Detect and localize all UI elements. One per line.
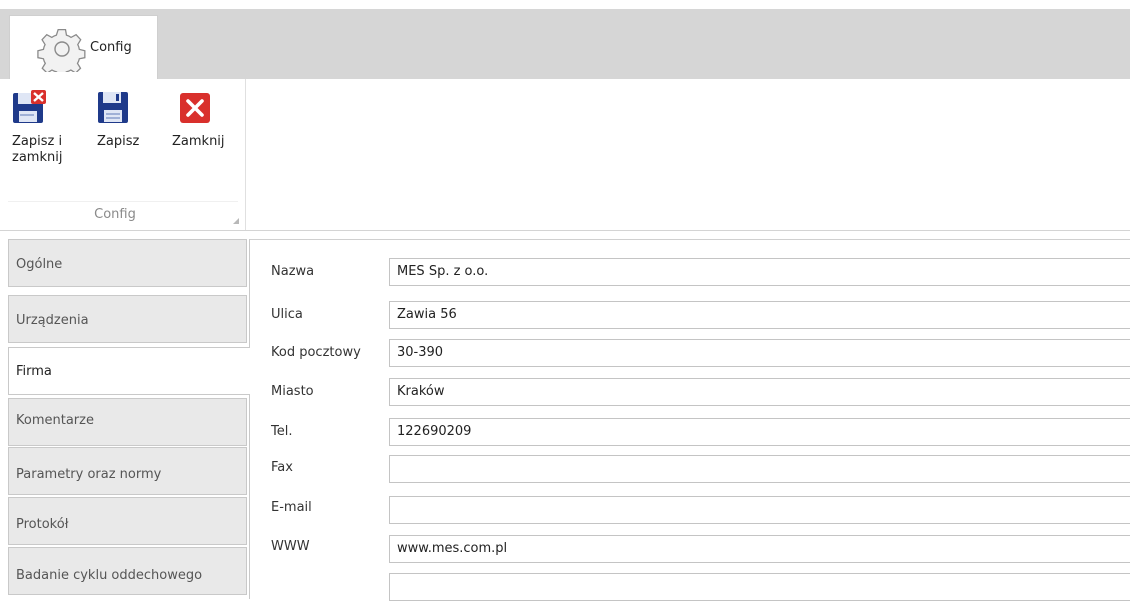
nav-item-protokol[interactable]: Protokół	[8, 497, 247, 545]
nav-item-komentarze[interactable]: Komentarze	[8, 398, 247, 446]
street-field[interactable]: Zawia 56	[389, 301, 1130, 329]
name-field[interactable]: MES Sp. z o.o.	[389, 258, 1130, 286]
nav-item-label: Urządzenia	[16, 313, 89, 328]
nav-item-label: Parametry oraz normy	[16, 467, 162, 482]
postal-code-field[interactable]: 30-390	[389, 339, 1130, 367]
fax-field[interactable]	[389, 455, 1130, 483]
nav-item-urzadzenia[interactable]: Urządzenia	[8, 295, 247, 343]
save-and-close-button[interactable]: Zapisz i zamknij	[12, 90, 92, 166]
field-label: Kod pocztowy	[271, 345, 361, 360]
field-label: E-mail	[271, 500, 312, 515]
ribbon-group-separator	[8, 201, 238, 202]
save-and-close-label: Zapisz i zamknij	[12, 134, 63, 165]
city-field[interactable]: Kraków	[389, 378, 1130, 406]
field-label: Miasto	[271, 384, 314, 399]
gear-icon	[37, 28, 86, 72]
field-label: Ulica	[271, 307, 303, 322]
phone-field[interactable]: 122690209	[389, 418, 1130, 446]
extra-field[interactable]	[389, 573, 1130, 601]
nav-item-label: Komentarze	[16, 413, 94, 428]
ribbon: Zapisz i zamknij Zapisz Zamknij Config	[0, 79, 1130, 231]
save-close-icon	[13, 90, 46, 123]
tab-config[interactable]: Config	[9, 15, 158, 88]
field-label: WWW	[271, 539, 310, 554]
ribbon-group-caption: Config	[94, 207, 136, 222]
nav-item-label: Ogólne	[16, 257, 63, 272]
ribbon-group-config: Zapisz i zamknij Zapisz Zamknij Config	[0, 79, 246, 230]
nav-item-firma[interactable]: Firma	[8, 347, 250, 395]
nav-item-label: Protokół	[16, 517, 69, 532]
settings-nav: Ogólne Urządzenia Firma Komentarze Param…	[0, 239, 256, 599]
group-launcher-icon[interactable]	[232, 217, 240, 225]
field-label: Nazwa	[271, 264, 315, 279]
nav-item-label: Firma	[16, 364, 52, 379]
ribbon-tab-strip: Config	[0, 0, 1130, 88]
tab-config-label: Config	[90, 40, 132, 55]
content-top-border	[249, 239, 1130, 240]
nav-item-label: Badanie cyklu oddechowego	[16, 568, 203, 583]
email-field[interactable]	[389, 496, 1130, 524]
field-label: Fax	[271, 460, 293, 475]
close-icon	[180, 93, 210, 123]
close-button[interactable]: Zamknij	[172, 90, 242, 150]
save-icon	[98, 92, 128, 123]
save-button[interactable]: Zapisz	[97, 90, 157, 150]
nav-item-badanie[interactable]: Badanie cyklu oddechowego	[8, 547, 247, 595]
website-field[interactable]: www.mes.com.pl	[389, 535, 1130, 563]
nav-item-parametry[interactable]: Parametry oraz normy	[8, 447, 247, 495]
close-label: Zamknij	[172, 134, 225, 149]
nav-item-ogolne[interactable]: Ogólne	[8, 239, 247, 287]
save-label: Zapisz	[97, 134, 140, 149]
field-label: Tel.	[271, 424, 293, 439]
